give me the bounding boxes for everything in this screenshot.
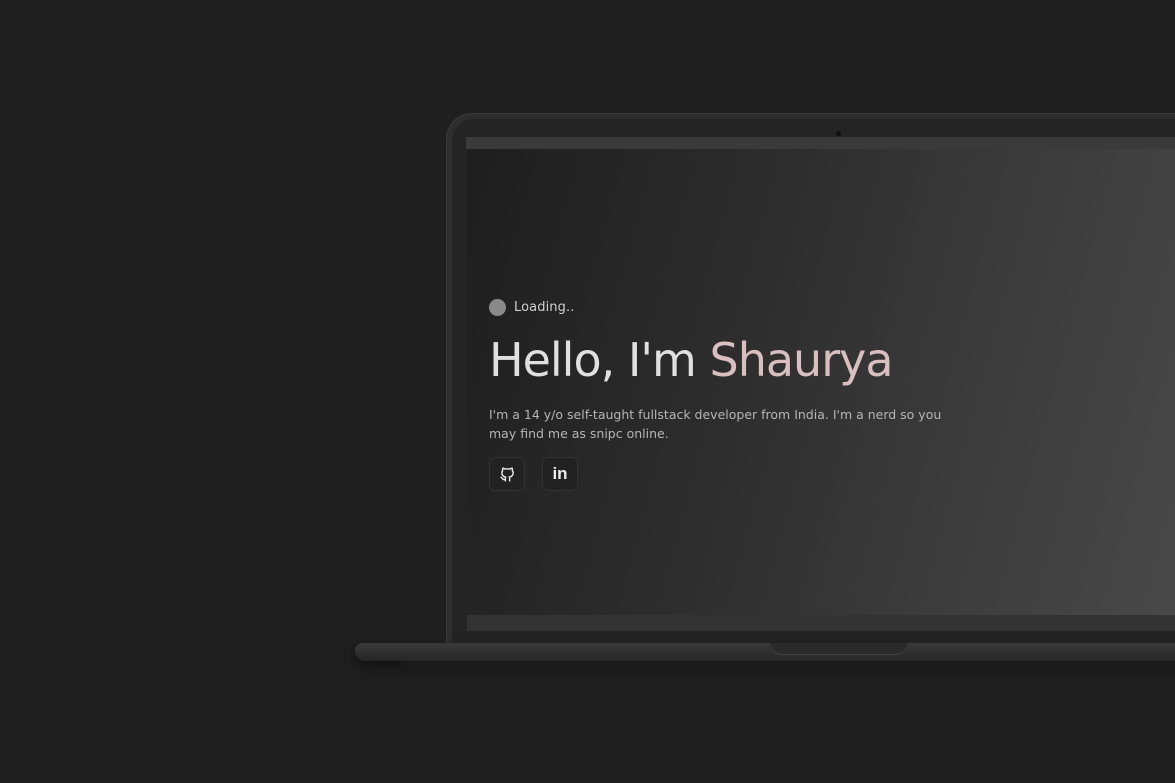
loading-text: Loading..: [514, 299, 575, 315]
laptop-lid-notch: [770, 643, 908, 655]
hero-name: Shaurya: [709, 333, 894, 387]
laptop-screen-chin: [467, 615, 1175, 631]
webcam-icon: [836, 131, 841, 136]
linkedin-link-button[interactable]: in: [542, 457, 578, 491]
hero-section: Loading.. Hello, I'm Shaurya I'm a 14 y/…: [489, 297, 1009, 491]
laptop-screen: Loading.. Hello, I'm Shaurya I'm a 14 y/…: [467, 149, 1175, 615]
hero-headline: Hello, I'm Shaurya: [489, 335, 1009, 385]
social-links: in: [489, 457, 1009, 491]
laptop-mockup-stage: Loading.. Hello, I'm Shaurya I'm a 14 y/…: [0, 0, 1175, 783]
github-link-button[interactable]: [489, 457, 525, 491]
hero-bio: I'm a 14 y/o self-taught fullstack devel…: [489, 407, 942, 441]
github-icon: [499, 466, 514, 482]
laptop-base: [355, 643, 1175, 661]
hero-greeting: Hello, I'm: [489, 333, 697, 387]
linkedin-icon: in: [552, 464, 568, 483]
laptop-base-shadow: [400, 661, 1175, 671]
loading-indicator: Loading..: [489, 297, 1009, 317]
laptop-top-bezel: [466, 137, 1175, 149]
loading-dot-icon: [489, 298, 506, 316]
